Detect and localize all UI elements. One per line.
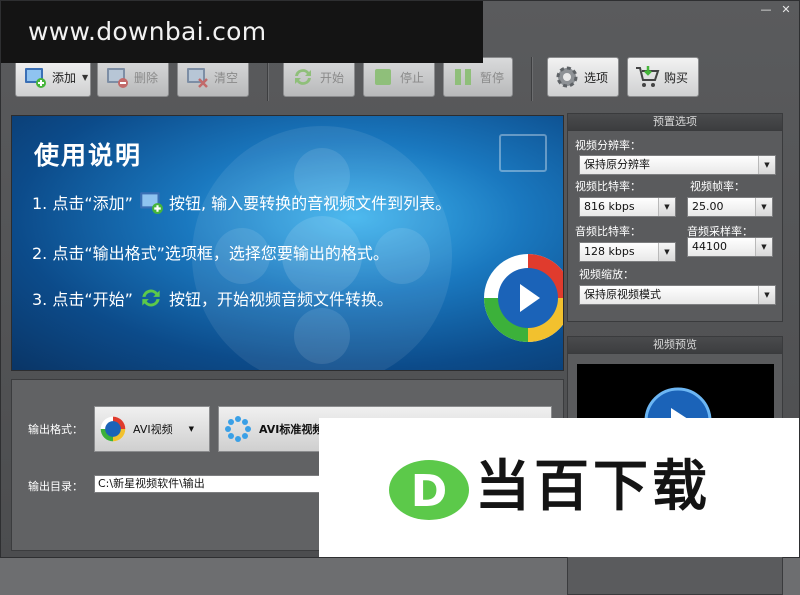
framerate-value: 25.00 — [692, 200, 724, 213]
samplerate-value: 44100 — [692, 240, 727, 253]
scale-select[interactable]: 保持原视频模式 ▼ — [579, 285, 776, 305]
chevron-down-icon: ▼ — [758, 156, 775, 174]
options-label: 选项 — [584, 70, 609, 85]
scale-label: 视频缩放： — [579, 268, 634, 281]
chevron-down-icon: ▼ — [755, 198, 772, 216]
watermark-banner: www.downbai.com — [1, 1, 483, 63]
add-label: 添加 — [52, 70, 77, 85]
preset-panel: 视频分辨率： 保持原分辨率 ▼ 视频比特率： 视频帧率： 816 kbps ▼ … — [567, 131, 783, 322]
dots-cluster-icon — [225, 416, 251, 442]
output-format-select[interactable]: AVI视频 ▼ — [94, 406, 210, 452]
shopping-cart-icon — [634, 64, 660, 90]
start-button[interactable]: 开始 — [283, 57, 355, 97]
window-controls: — ✕ — [759, 3, 793, 17]
preset-header: 预置选项 — [567, 113, 783, 131]
pause-icon — [450, 64, 476, 90]
chevron-down-icon: ▼ — [188, 425, 194, 433]
step-1: 1. 点击“添加” 按钮, 输入要转换的音视频文件到列表。 — [32, 188, 451, 216]
output-format-label: 输出格式： — [28, 423, 83, 436]
framerate-label: 视频帧率： — [690, 180, 745, 193]
scale-value: 保持原视频模式 — [584, 288, 661, 301]
step-2: 2. 点击“输出格式”选项框，选择您要输出的格式。 — [32, 244, 389, 263]
stop-label: 停止 — [400, 70, 425, 85]
refresh-arrows-icon — [137, 284, 165, 312]
downbai-logo-icon: D — [389, 460, 469, 520]
buy-button[interactable]: 购买 — [627, 57, 699, 97]
close-button[interactable]: ✕ — [779, 3, 793, 17]
step-3-prefix: 3. 点击“开始” — [32, 290, 133, 309]
stop-icon — [370, 64, 396, 90]
output-preset-value: AVI标准视频 — [259, 423, 324, 436]
step-1-prefix: 1. 点击“添加” — [32, 194, 133, 213]
clear-list-icon — [184, 64, 210, 90]
step-3-suffix: 按钮，开始视频音频文件转换。 — [168, 290, 393, 309]
banner-title: 使用说明 — [34, 141, 143, 170]
toolbar-separator — [531, 57, 532, 101]
gear-icon — [554, 64, 580, 90]
clear-label: 清空 — [214, 70, 239, 85]
video-bitrate-select[interactable]: 816 kbps ▼ — [579, 197, 676, 217]
toolbar-separator — [267, 57, 268, 101]
delete-label: 删除 — [134, 70, 159, 85]
resolution-label: 视频分辨率： — [575, 139, 641, 152]
refresh-arrows-icon — [290, 64, 316, 90]
video-bitrate-value: 816 kbps — [584, 200, 635, 213]
delete-button[interactable]: 删除 — [97, 57, 169, 97]
site-logo-overlay: D 当百下载 — [319, 418, 799, 557]
output-dir-label: 输出目录： — [28, 480, 83, 493]
clear-button[interactable]: 清空 — [177, 57, 249, 97]
framerate-select[interactable]: 25.00 ▼ — [687, 197, 773, 217]
preview-header: 视频预览 — [567, 336, 783, 354]
dropdown-caret-icon: ▼ — [82, 72, 89, 82]
samplerate-select[interactable]: 44100 ▼ — [687, 237, 773, 257]
chevron-down-icon: ▼ — [658, 243, 675, 261]
film-strip-icon — [499, 134, 547, 172]
step-3: 3. 点击“开始” 按钮，开始视频音频文件转换。 — [32, 284, 393, 312]
media-player-logo-icon — [484, 254, 563, 342]
logo-letter: D — [411, 466, 448, 517]
buy-label: 购买 — [664, 70, 689, 85]
stop-button[interactable]: 停止 — [363, 57, 435, 97]
media-player-logo-icon — [100, 416, 126, 442]
output-dir-input[interactable]: C:\新星视频软件\输出 — [94, 475, 334, 493]
resolution-value: 保持原分辨率 — [584, 158, 650, 171]
options-button[interactable]: 选项 — [547, 57, 619, 97]
panel-gap — [567, 322, 783, 336]
add-button[interactable]: 添加 ▼ — [15, 57, 91, 97]
minimize-button[interactable]: — — [759, 3, 773, 17]
audio-bitrate-label: 音频比特率： — [575, 225, 641, 238]
video-bitrate-label: 视频比特率： — [575, 180, 641, 193]
audio-bitrate-value: 128 kbps — [584, 245, 635, 258]
step-1-suffix: 按钮, 输入要转换的音视频文件到列表。 — [168, 194, 452, 213]
add-video-icon — [22, 64, 48, 90]
instructions-banner: 使用说明 1. 点击“添加” 按钮, 输入要转换的音视频文件到列表。 2. 点击… — [11, 115, 564, 371]
add-video-icon — [137, 188, 165, 216]
chevron-down-icon: ▼ — [758, 286, 775, 304]
resolution-select[interactable]: 保持原分辨率 ▼ — [579, 155, 776, 175]
pause-label: 暂停 — [480, 70, 505, 85]
chevron-down-icon: ▼ — [755, 238, 772, 256]
pause-button[interactable]: 暂停 — [443, 57, 513, 97]
start-label: 开始 — [320, 70, 345, 85]
delete-video-icon — [104, 64, 130, 90]
output-format-value: AVI视频 — [133, 423, 173, 436]
audio-bitrate-select[interactable]: 128 kbps ▼ — [579, 242, 676, 262]
chevron-down-icon: ▼ — [658, 198, 675, 216]
main-window: — ✕ www.downbai.com 添加 ▼ 删除 清空 开始 停止 暂停 … — [0, 0, 800, 595]
logo-text: 当百下载 — [475, 454, 712, 518]
